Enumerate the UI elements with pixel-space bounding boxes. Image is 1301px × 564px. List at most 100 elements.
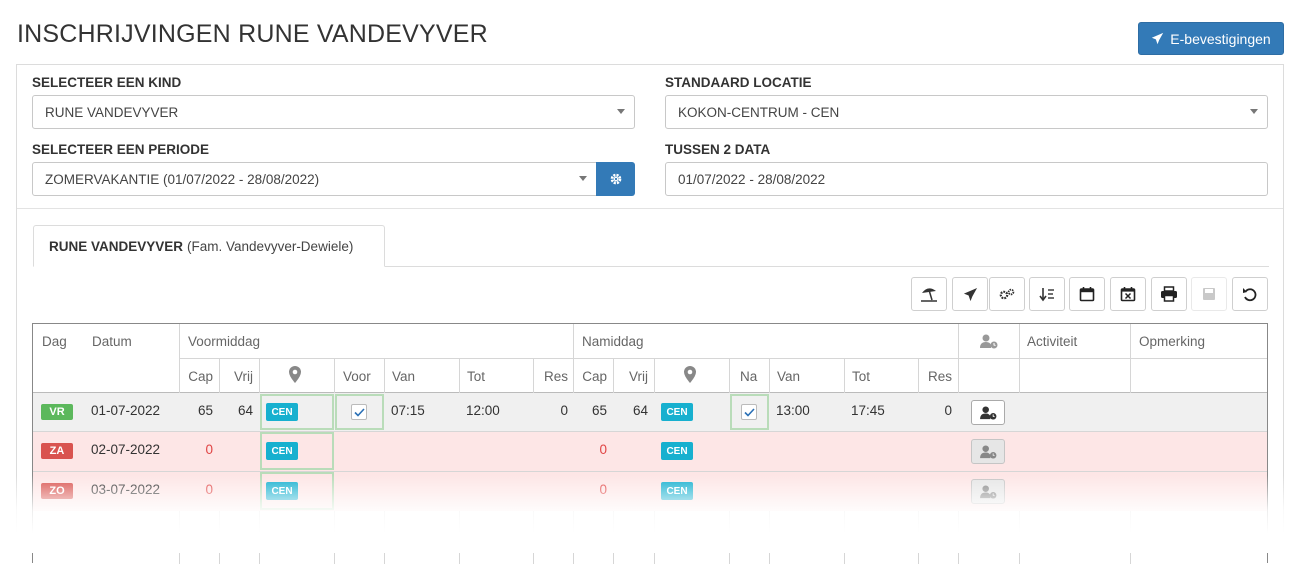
user-clock-icon: [979, 444, 996, 459]
periode-settings-button[interactable]: [596, 162, 635, 196]
header-res: Res: [543, 369, 568, 384]
map-marker-icon: [684, 366, 696, 383]
calendar-remove-button[interactable]: [1110, 277, 1146, 311]
calendar-icon: [1079, 287, 1095, 302]
header-vrij: Vrij: [234, 369, 253, 384]
am-res-cell: 0: [560, 403, 568, 418]
date-cell: 01-07-2022: [91, 403, 161, 418]
header-vrij-pm: Vrij: [629, 369, 648, 384]
table-row: VR 01-07-2022 65 64 CEN 07:15 12:00 0 65…: [33, 393, 1267, 431]
attendance-button[interactable]: [971, 400, 1005, 425]
location-badge[interactable]: CEN: [661, 403, 693, 421]
check-icon: [353, 407, 365, 417]
beach-umbrella-icon: [921, 288, 937, 302]
date-cell: 03-07-2022: [91, 482, 161, 497]
sort-button[interactable]: [1029, 277, 1065, 311]
pm-cap-cell: 0: [599, 442, 607, 457]
sort-numeric-icon: [1039, 288, 1054, 302]
na-checkbox[interactable]: [741, 404, 757, 420]
table-row: ZO 03-07-2022 0 CEN 0 CEN: [33, 472, 1267, 511]
header-voor: Voor: [343, 369, 371, 384]
am-van-cell[interactable]: 07:15: [391, 403, 425, 418]
header-van: Van: [392, 369, 416, 384]
location-badge[interactable]: CEN: [661, 442, 693, 460]
header-voormiddag: Voormiddag: [188, 334, 261, 349]
tab-child-name: RUNE VANDEVYVER: [49, 238, 184, 254]
save-icon: [1203, 288, 1215, 300]
locatie-select-value: KOKON-CENTRUM - CEN: [678, 104, 840, 120]
header-activiteit[interactable]: Activiteit: [1027, 334, 1077, 349]
registration-panel: SELECTEER EEN KIND RUNE VANDEVYVER STAND…: [16, 64, 1284, 564]
header-tot-pm: Tot: [852, 369, 871, 384]
header-opmerking[interactable]: Opmerking: [1139, 334, 1205, 349]
user-clock-icon: [979, 405, 996, 420]
kind-select-value: RUNE VANDEVYVER: [45, 104, 179, 120]
header-tot: Tot: [467, 369, 486, 384]
periode-label: SELECTEER EEN PERIODE: [32, 142, 210, 157]
tab-child[interactable]: RUNE VANDEVYVER (Fam. Vandevyver-Dewiele…: [33, 225, 385, 267]
calendar-button[interactable]: [1069, 277, 1105, 311]
pm-van-cell[interactable]: 13:00: [776, 403, 810, 418]
day-badge: ZO: [41, 483, 73, 499]
attendance-button[interactable]: [971, 439, 1005, 464]
location-badge[interactable]: CEN: [661, 482, 693, 500]
calendar-x-icon: [1120, 287, 1136, 302]
header-datum[interactable]: Datum: [92, 334, 132, 349]
header-dag[interactable]: Dag: [42, 334, 67, 349]
periode-select-value: ZOMERVAKANTIE (01/07/2022 - 28/08/2022): [45, 171, 320, 187]
date-range-value: 01/07/2022 - 28/08/2022: [678, 171, 826, 187]
page-title: INSCHRIJVINGEN RUNE VANDEVYVER: [17, 20, 488, 48]
header-cap: Cap: [188, 369, 213, 384]
save-button[interactable]: [1191, 277, 1227, 311]
date-range-input[interactable]: 01/07/2022 - 28/08/2022: [665, 162, 1268, 196]
kind-label: SELECTEER EEN KIND: [32, 75, 182, 90]
am-vrij-cell: 64: [237, 403, 253, 418]
locatie-label: STANDAARD LOCATIE: [665, 75, 812, 90]
user-clock-icon: [979, 484, 996, 499]
locatie-select[interactable]: KOKON-CENTRUM - CEN: [665, 95, 1268, 129]
undo-icon: [1243, 288, 1257, 302]
print-icon: [1161, 286, 1177, 302]
caret-down-icon: [1250, 109, 1258, 114]
gear-icon: [610, 173, 621, 185]
section-divider: [17, 208, 1283, 209]
pm-vrij-cell: 64: [632, 403, 648, 418]
paper-plane-icon: [1152, 32, 1164, 45]
pm-res-cell: 0: [944, 403, 952, 418]
header-namiddag: Namiddag: [582, 334, 644, 349]
location-badge[interactable]: CEN: [266, 403, 298, 421]
header-res-pm: Res: [927, 369, 952, 384]
paper-plane-icon: [963, 287, 977, 301]
header-na: Na: [740, 369, 758, 384]
data-label: TUSSEN 2 DATA: [665, 142, 771, 157]
location-badge[interactable]: CEN: [266, 442, 298, 460]
cogs-icon: [999, 288, 1015, 300]
check-icon: [743, 407, 755, 417]
am-tot-cell[interactable]: 12:00: [466, 403, 500, 418]
caret-down-icon: [617, 109, 625, 114]
vacation-button[interactable]: [911, 277, 947, 311]
pm-cap-cell: 0: [599, 482, 607, 497]
am-cap-cell: 0: [205, 482, 213, 497]
settings-button[interactable]: [989, 277, 1025, 311]
user-clock-icon: [980, 334, 998, 349]
header-van-pm: Van: [777, 369, 801, 384]
kind-select[interactable]: RUNE VANDEVYVER: [32, 95, 635, 129]
e-bevestigingen-button[interactable]: E-bevestigingen: [1138, 22, 1284, 55]
periode-select[interactable]: ZOMERVAKANTIE (01/07/2022 - 28/08/2022): [32, 162, 597, 196]
pm-tot-cell[interactable]: 17:45: [851, 403, 885, 418]
registrations-table: Dag Datum Voormiddag Namiddag Activiteit…: [32, 323, 1268, 564]
attendance-button[interactable]: [971, 479, 1005, 504]
e-bevestigingen-label: E-bevestigingen: [1170, 30, 1271, 47]
tab-child-family: (Fam. Vandevyver-Dewiele): [187, 238, 354, 254]
date-cell: 02-07-2022: [91, 442, 161, 457]
day-badge: ZA: [41, 443, 73, 459]
header-cap-pm: Cap: [582, 369, 607, 384]
send-button[interactable]: [952, 277, 988, 311]
am-cap-cell: 0: [205, 442, 213, 457]
print-button[interactable]: [1151, 277, 1187, 311]
location-badge[interactable]: CEN: [266, 482, 298, 500]
voor-checkbox[interactable]: [351, 404, 367, 420]
am-cap-cell: 65: [197, 403, 213, 418]
undo-button[interactable]: [1232, 277, 1268, 311]
